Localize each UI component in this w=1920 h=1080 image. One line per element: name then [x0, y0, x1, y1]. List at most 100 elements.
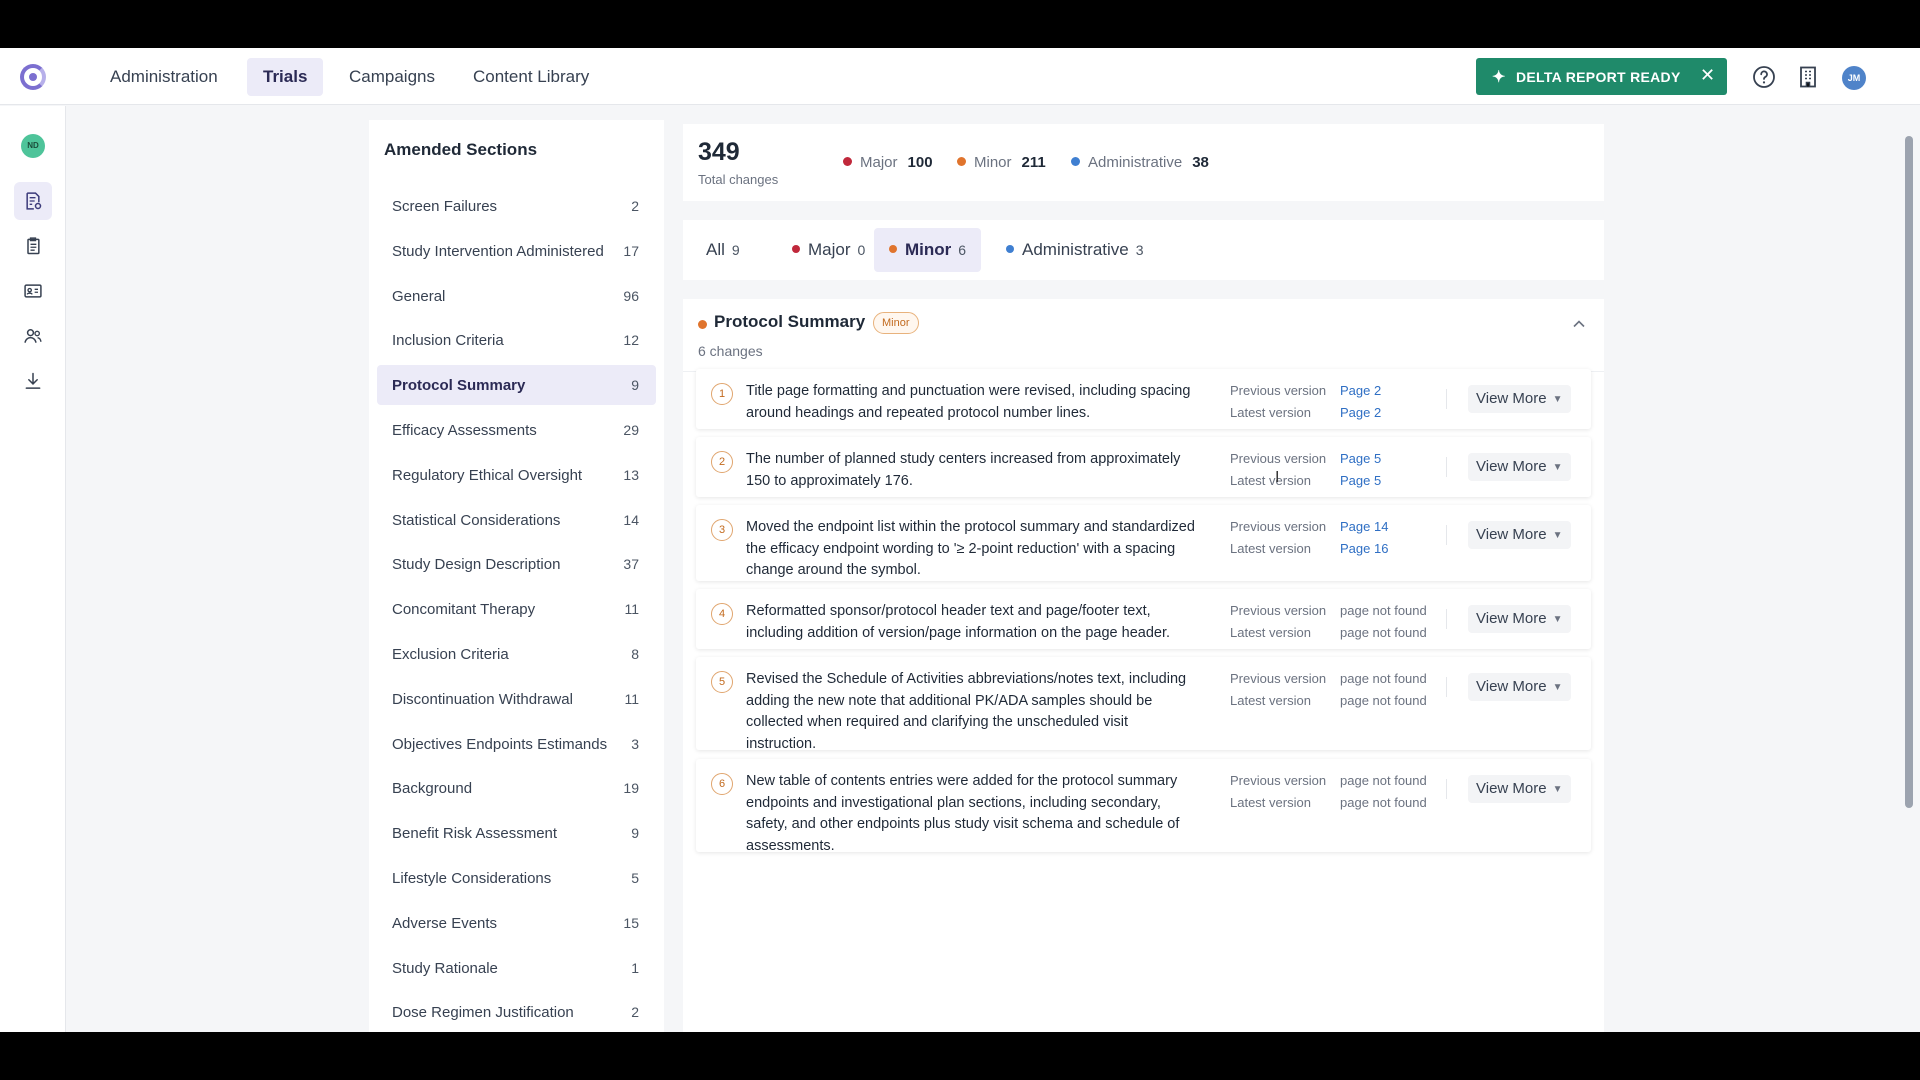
filter-tab-administrative[interactable]: Administrative 3: [991, 228, 1159, 272]
section-item-name: Statistical Considerations: [392, 511, 561, 529]
view-more-label: View More: [1476, 780, 1547, 797]
protocol-summary-section: Protocol Summary Minor 6 changes 1 Title …: [683, 299, 1604, 1032]
close-icon[interactable]: ✕: [1700, 65, 1715, 86]
change-description: Revised the Schedule of Activities abbre…: [746, 671, 1187, 752]
protocol-settings-icon[interactable]: [14, 182, 52, 220]
chevron-up-icon[interactable]: [1571, 316, 1587, 332]
documents-icon[interactable]: [14, 227, 52, 265]
filter-tab-major[interactable]: Major 0: [777, 228, 880, 272]
change-description: New table of contents entries were added…: [746, 773, 1180, 854]
previous-version-page[interactable]: Page 5: [1340, 451, 1381, 466]
workspace-avatar[interactable]: ND: [21, 134, 45, 158]
nav-tab-campaigns[interactable]: Campaigns: [333, 58, 451, 96]
section-item-count: 37: [623, 556, 639, 573]
previous-version-label: Previous version: [1230, 519, 1327, 534]
previous-version-page[interactable]: Page 2: [1340, 383, 1381, 398]
section-item[interactable]: Objectives Endpoints Estimands 3: [377, 724, 656, 764]
section-item-name: Screen Failures: [392, 198, 498, 215]
latest-version-label: Latest version: [1230, 541, 1311, 556]
app-logo[interactable]: [20, 64, 46, 90]
section-item[interactable]: Study Design Description 37: [377, 544, 656, 584]
section-item[interactable]: Dose Regimen Justification 2: [377, 992, 656, 1032]
download-icon[interactable]: [14, 362, 52, 400]
changes-summary-card: 349 Total changes Major 100 Minor 211 Admi…: [683, 124, 1604, 201]
section-item-count: 29: [623, 421, 639, 438]
nav-tab-administration[interactable]: Administration: [94, 58, 234, 96]
section-item[interactable]: Benefit Risk Assessment 9: [377, 813, 656, 853]
amended-sections-title: Amended Sections: [384, 140, 538, 159]
section-item-count: 17: [623, 242, 639, 259]
section-item-count: 5: [631, 869, 639, 886]
divider: [1446, 457, 1447, 477]
chevron-down-icon: ▼: [1552, 462, 1563, 473]
view-more-button[interactable]: View More ▼: [1468, 673, 1571, 701]
section-item-name: Study Design Description: [392, 556, 561, 574]
change-description: Title page formatting and punctuation we…: [746, 383, 1191, 421]
section-item[interactable]: Study Rationale 1: [377, 948, 656, 988]
section-item[interactable]: Exclusion Criteria 8: [377, 634, 656, 674]
latest-version-page[interactable]: Page 16: [1340, 541, 1388, 556]
view-more-button[interactable]: View More ▼: [1468, 453, 1571, 481]
section-item[interactable]: Screen Failures 2: [377, 186, 656, 226]
view-more-button[interactable]: View More ▼: [1468, 605, 1571, 633]
section-item[interactable]: Statistical Considerations 14: [377, 500, 656, 540]
section-item[interactable]: Lifestyle Considerations 5: [377, 858, 656, 898]
section-header[interactable]: Protocol Summary Minor 6 changes: [683, 299, 1604, 372]
change-item: 1 Title page formatting and punctuation w…: [696, 369, 1591, 429]
delta-report-ready-banner[interactable]: ✦ DELTA REPORT READY ✕: [1476, 58, 1727, 95]
section-item[interactable]: Inclusion Criteria 12: [377, 320, 656, 360]
section-item[interactable]: Efficacy Assessments 29: [377, 410, 656, 450]
minor-dot-icon: [889, 245, 897, 253]
section-item-count: 2: [631, 198, 639, 214]
section-item-name: Lifestyle Considerations: [392, 869, 552, 887]
amended-sections-panel: Amended Sections Screen Failures 2 Study I…: [369, 120, 664, 1032]
section-item-count: 12: [623, 332, 639, 349]
section-item-count: 15: [623, 914, 639, 931]
building-icon[interactable]: [1796, 65, 1820, 89]
view-more-button[interactable]: View More ▼: [1468, 775, 1571, 803]
severity-badge: Minor: [873, 312, 919, 334]
user-avatar[interactable]: JM: [1842, 66, 1866, 90]
section-item-count: 9: [631, 825, 639, 842]
minor-dot-icon: [957, 157, 966, 166]
amended-sections-list: Screen Failures 2 Study Intervention Admin…: [377, 186, 656, 1032]
latest-version-page[interactable]: Page 5: [1340, 473, 1381, 488]
change-number: 5: [711, 671, 733, 693]
section-item[interactable]: Adverse Events 15: [377, 903, 656, 943]
legend-administrative: Administrative 38: [1071, 154, 1209, 171]
section-item-count: 11: [624, 690, 639, 707]
change-description: Reformatted sponsor/protocol header text…: [746, 603, 1171, 641]
section-item[interactable]: General 96: [377, 276, 656, 316]
view-more-button[interactable]: View More ▼: [1468, 385, 1571, 413]
previous-version-label: Previous version: [1230, 451, 1327, 466]
divider: [1446, 779, 1447, 799]
filter-tab-minor[interactable]: Minor 6: [874, 228, 982, 272]
section-item[interactable]: Concomitant Therapy 11: [377, 589, 656, 629]
filter-minor-label: Minor: [905, 240, 952, 259]
section-item-name: Dose Regimen Justification: [392, 1004, 574, 1022]
section-item-count: 8: [631, 645, 639, 662]
previous-version-page[interactable]: Page 14: [1340, 519, 1388, 534]
legend-major-value: 100: [907, 154, 933, 171]
previous-version-page: page not found: [1340, 603, 1427, 618]
section-item[interactable]: Regulatory Ethical Oversight 13: [377, 455, 656, 495]
view-more-label: View More: [1476, 610, 1547, 627]
latest-version-page[interactable]: Page 2: [1340, 405, 1381, 420]
section-item[interactable]: Protocol Summary 9: [377, 365, 656, 406]
divider: [1446, 609, 1447, 629]
section-item-name: Study Intervention Administered: [392, 242, 604, 260]
view-more-button[interactable]: View More ▼: [1468, 521, 1571, 549]
id-card-icon[interactable]: [14, 272, 52, 310]
section-item[interactable]: Background 19: [377, 768, 656, 808]
legend-administrative-label: Administrative: [1088, 154, 1183, 171]
section-item[interactable]: Study Intervention Administered 17: [377, 231, 656, 271]
section-item-count: 96: [623, 287, 639, 304]
latest-version-page: page not found: [1340, 693, 1427, 708]
users-icon[interactable]: [14, 317, 52, 355]
page-scrollbar[interactable]: [1905, 136, 1913, 808]
nav-tab-content-library[interactable]: Content Library: [457, 58, 605, 96]
nav-tab-trials[interactable]: Trials: [247, 58, 324, 96]
filter-tab-all[interactable]: All 9: [691, 228, 755, 272]
help-icon[interactable]: [1752, 65, 1776, 89]
section-item[interactable]: Discontinuation Withdrawal 11: [377, 679, 656, 719]
